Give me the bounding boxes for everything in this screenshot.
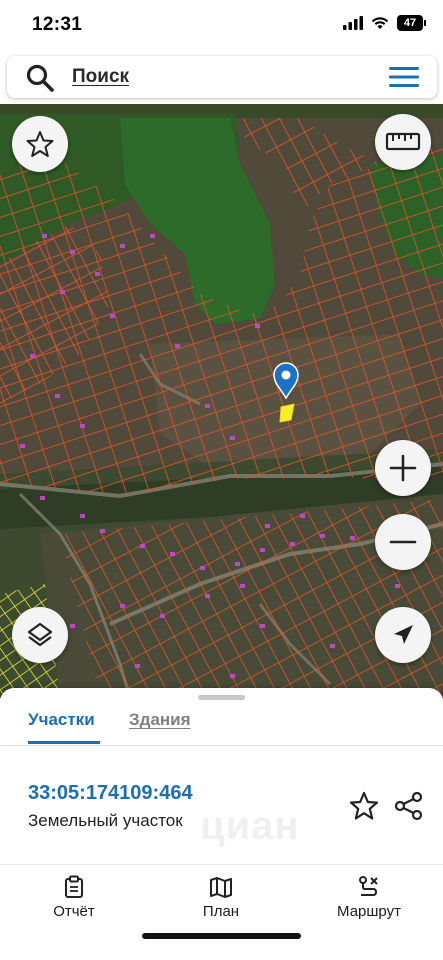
nav-report[interactable]: Отчёт — [14, 875, 134, 920]
parcel-type: Земельный участок — [28, 811, 183, 830]
signal-icon — [343, 16, 363, 30]
active-tab-indicator — [28, 741, 100, 744]
watermark: циан — [200, 804, 300, 848]
report-clipboard-icon — [65, 875, 83, 898]
favorite-button[interactable] — [12, 116, 68, 172]
share-icon[interactable] — [393, 790, 425, 822]
layers-button[interactable] — [12, 607, 68, 663]
wifi-icon — [371, 17, 389, 29]
status-bar: 12:31 47 — [0, 0, 443, 52]
tab-parcels[interactable]: Участки — [28, 710, 95, 730]
nav-report-label: Отчёт — [53, 903, 95, 920]
locate-button[interactable] — [375, 607, 431, 663]
plus-icon — [389, 454, 417, 482]
sheet-tabs: Участки Здания — [0, 688, 443, 746]
route-icon — [359, 876, 378, 896]
search-icon[interactable] — [25, 63, 55, 93]
map-view[interactable] — [0, 104, 443, 698]
zoom-out-button[interactable] — [375, 514, 431, 570]
map-plan-icon — [210, 877, 232, 898]
battery-icon: 47 — [397, 15, 426, 31]
ruler-icon — [385, 132, 421, 151]
nav-route-label: Маршрут — [337, 903, 401, 920]
star-icon — [26, 131, 54, 157]
satellite-map[interactable] — [0, 104, 443, 698]
layers-icon — [27, 622, 53, 647]
bottom-sheet[interactable]: Участки Здания циан 33:05:174109:464 Зем… — [0, 688, 443, 960]
home-indicator — [142, 933, 301, 939]
zoom-in-button[interactable] — [375, 440, 431, 496]
bottom-nav: Отчёт План Маршрут — [0, 865, 443, 960]
nav-plan[interactable]: План — [161, 875, 281, 920]
status-icons: 47 — [343, 15, 426, 31]
ruler-button[interactable] — [375, 114, 431, 170]
hamburger-menu-icon[interactable] — [387, 64, 421, 90]
navigation-arrow-icon — [394, 625, 413, 644]
search-bar[interactable]: Поиск — [7, 56, 437, 98]
star-icon[interactable] — [348, 790, 380, 822]
minus-icon — [389, 540, 417, 544]
nav-route[interactable]: Маршрут — [309, 875, 429, 920]
search-input[interactable]: Поиск — [72, 66, 129, 88]
tab-buildings[interactable]: Здания — [129, 710, 191, 730]
cadastral-number-link[interactable]: 33:05:174109:464 — [28, 782, 193, 805]
status-time: 12:31 — [32, 14, 83, 35]
nav-plan-label: План — [202, 903, 240, 920]
